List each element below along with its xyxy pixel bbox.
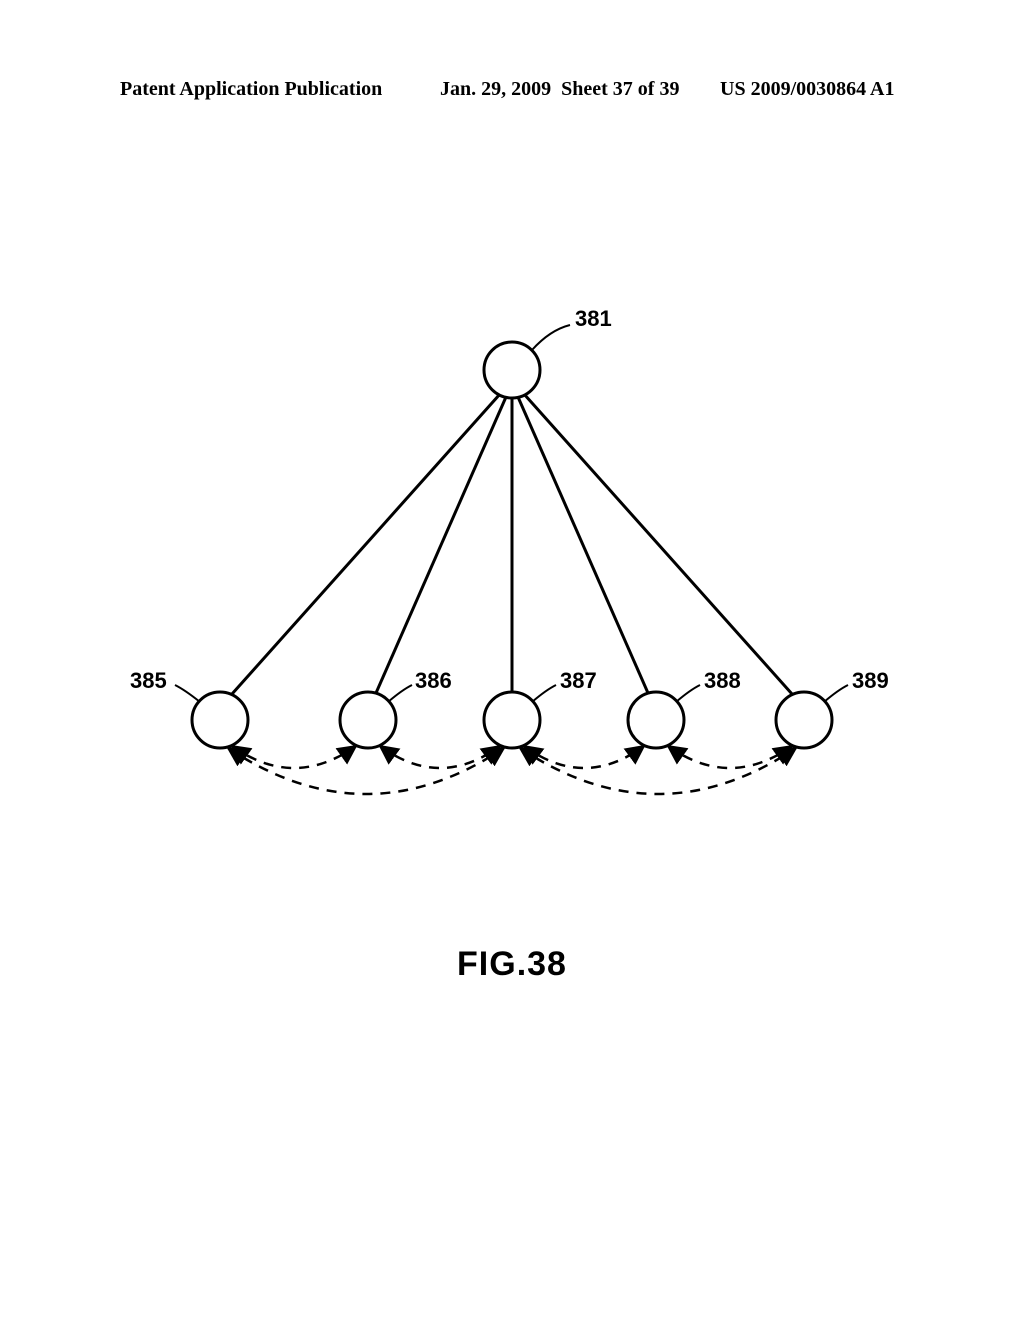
node-386 bbox=[340, 692, 396, 748]
page: Patent Application Publication Jan. 29, … bbox=[0, 0, 1024, 1320]
node-389 bbox=[776, 692, 832, 748]
node-387 bbox=[484, 692, 540, 748]
label-385: 385 bbox=[130, 668, 167, 694]
node-top bbox=[484, 342, 540, 398]
label-381: 381 bbox=[575, 306, 612, 332]
node-388 bbox=[628, 692, 684, 748]
diagram: 381 385 386 387 388 389 bbox=[120, 300, 904, 860]
figure-label: FIG.38 bbox=[0, 945, 1024, 984]
header-date: Jan. 29, 2009 bbox=[440, 78, 551, 100]
header-date-sheet: Jan. 29, 2009 Sheet 37 of 39 bbox=[440, 78, 679, 101]
label-388: 388 bbox=[704, 668, 741, 694]
header-publication: Patent Application Publication bbox=[120, 78, 382, 101]
header-pubno: US 2009/0030864 A1 bbox=[720, 78, 894, 101]
label-386: 386 bbox=[415, 668, 452, 694]
label-387: 387 bbox=[560, 668, 597, 694]
label-389: 389 bbox=[852, 668, 889, 694]
node-385 bbox=[192, 692, 248, 748]
header-sheet: Sheet 37 of 39 bbox=[561, 78, 679, 100]
